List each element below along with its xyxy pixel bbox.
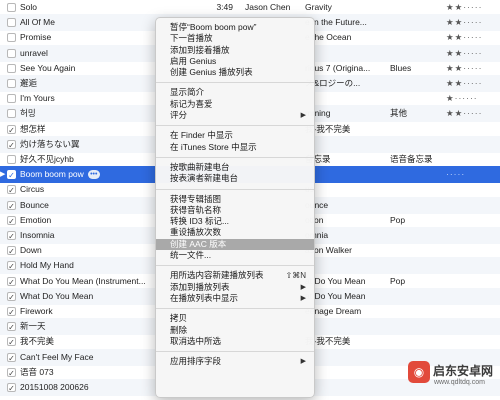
submenu-arrow-icon: ▶ — [300, 294, 306, 302]
menu-item-label: 显示简介 — [170, 87, 205, 98]
row-checkbox[interactable] — [7, 155, 16, 164]
menu-item[interactable]: 重设播放次数 — [156, 227, 314, 238]
row-checkbox[interactable]: ✓ — [7, 246, 16, 256]
menu-separator — [156, 82, 314, 84]
menu-item-label: 按表演者新建电台 — [170, 173, 239, 184]
row-checkbox[interactable]: ✓ — [7, 337, 16, 347]
menu-item-label: 应用排序字段 — [170, 356, 222, 367]
menu-item-label: 统一文件... — [170, 250, 212, 261]
watermark: ◉ 启东安卓网 www.qdltdq.com — [408, 359, 498, 397]
menu-item-label: 添加到接着播放 — [170, 44, 230, 55]
menu-item[interactable]: 添加到接着播放 — [156, 45, 314, 56]
song-title: 20151008 200626 — [20, 382, 89, 392]
menu-item[interactable]: 取消选中所选 — [156, 336, 314, 347]
row-checkbox[interactable] — [7, 18, 16, 28]
submenu-arrow-icon: ▶ — [300, 112, 306, 120]
menu-item[interactable]: 统一文件... — [156, 250, 314, 261]
menu-item[interactable]: 启用 Genius — [156, 56, 314, 67]
row-checkbox[interactable] — [7, 33, 16, 43]
menu-separator — [156, 156, 314, 158]
menu-item[interactable]: 暂停“Boom boom pow” — [156, 22, 314, 33]
row-checkbox[interactable] — [7, 63, 16, 73]
menu-item[interactable]: 在 iTunes Store 中显示 — [156, 142, 314, 153]
row-checkbox[interactable] — [7, 48, 16, 58]
menu-item-label: 创建 Genius 播放列表 — [170, 67, 253, 78]
row-checkbox[interactable]: ✓ — [7, 291, 16, 302]
row-checkbox[interactable] — [7, 109, 16, 119]
menu-item-label: 在 iTunes Store 中显示 — [170, 141, 257, 152]
submenu-arrow-icon: ▶ — [300, 358, 306, 366]
menu-item-label: 按歌曲新建电台 — [170, 161, 230, 172]
row-checkbox[interactable]: ✓ — [7, 322, 16, 332]
watermark-url: www.qdltdq.com — [434, 379, 485, 386]
row-checkbox[interactable]: ✓ — [7, 185, 16, 195]
menu-item[interactable]: 创建 AAC 版本 — [156, 238, 314, 251]
row-checkbox[interactable]: ✓ — [7, 367, 16, 378]
menu-item[interactable]: 创建 Genius 播放列表 — [156, 67, 314, 78]
row-checkbox[interactable] — [7, 94, 16, 104]
menu-item-label: 在 Finder 中显示 — [170, 130, 233, 141]
context-menu: 暂停“Boom boom pow” 下一首播放 添加到接着播放 启用 Genius 创建… — [155, 17, 315, 398]
more-options-icon[interactable]: ••• — [87, 170, 100, 180]
menu-item[interactable]: 转换 ID3 标记... — [156, 216, 314, 227]
menu-item-label: 在播放列表中显示 — [170, 292, 239, 303]
row-checkbox[interactable]: ✓ — [7, 124, 16, 135]
menu-item-label: 取消选中所选 — [170, 335, 222, 346]
watermark-name: 启东安卓网 — [433, 364, 494, 378]
menu-item[interactable]: 获得音轨名称 — [156, 205, 314, 216]
menu-item-label: 标记为喜爱 — [170, 98, 213, 109]
menu-item[interactable]: 在播放列表中显示 ▶ — [156, 293, 314, 304]
menu-item-label: 启用 Genius — [170, 55, 217, 66]
menu-item-label: 删除 — [170, 324, 188, 335]
row-checkbox[interactable]: ✓ — [7, 200, 16, 211]
menu-separator — [156, 188, 314, 190]
menu-item-label: 添加到播放列表 — [170, 281, 230, 292]
menu-separator — [156, 308, 314, 310]
row-checkbox[interactable]: ✓ — [7, 170, 16, 180]
menu-separator — [156, 265, 314, 267]
menu-item-label: 获得音轨名称 — [170, 204, 222, 215]
row-checkbox[interactable]: ✓ — [7, 383, 16, 393]
menu-item-label: 评分 — [170, 110, 188, 121]
submenu-arrow-icon: ▶ — [300, 283, 306, 291]
menu-item-label: 下一首播放 — [170, 33, 213, 44]
menu-item[interactable]: 在 Finder 中显示 — [156, 130, 314, 141]
menu-item-label: 暂停“Boom boom pow” — [170, 22, 257, 32]
row-checkbox[interactable]: ✓ — [7, 215, 16, 226]
menu-item[interactable]: 获得专辑插图 — [156, 194, 314, 205]
menu-separator — [156, 351, 314, 353]
menu-item[interactable]: 下一首播放 — [156, 33, 314, 44]
menu-item[interactable]: 应用排序字段 ▶ — [156, 356, 314, 367]
menu-item[interactable]: 拷贝 — [156, 313, 314, 324]
menu-item[interactable]: 删除 — [156, 325, 314, 336]
menu-item[interactable]: 显示简介 — [156, 87, 314, 98]
menu-item[interactable]: 用所选内容新建播放列表 ⇧⌘N — [156, 270, 314, 281]
row-checkbox[interactable]: ✓ — [7, 139, 16, 150]
menu-item[interactable]: 标记为喜爱 — [156, 99, 314, 110]
row-checkbox[interactable]: ✓ — [7, 307, 16, 317]
menu-item[interactable]: 评分 ▶ — [156, 110, 314, 121]
menu-item-label: 拷贝 — [170, 313, 188, 324]
menu-item[interactable]: 按歌曲新建电台 — [156, 162, 314, 173]
row-checkbox[interactable]: ✓ — [7, 231, 16, 241]
menu-item-label: 获得专辑插图 — [170, 193, 222, 204]
menu-item[interactable]: 按表演者新建电台 — [156, 173, 314, 184]
watermark-logo-icon: ◉ — [408, 361, 430, 383]
menu-shortcut: ⇧⌘N — [285, 271, 306, 281]
row-checkbox[interactable]: ✓ — [7, 276, 16, 287]
row-checkbox[interactable] — [7, 3, 16, 12]
menu-item[interactable]: 添加到播放列表 ▶ — [156, 282, 314, 293]
menu-item-label: 用所选内容新建播放列表 — [170, 270, 264, 281]
menu-item-label: 转换 ID3 标记... — [170, 216, 230, 227]
menu-separator — [156, 125, 314, 127]
menu-item-label: 创建 AAC 版本 — [170, 238, 227, 249]
menu-item-label: 重设播放次数 — [170, 227, 222, 238]
row-checkbox[interactable]: ✓ — [7, 352, 16, 363]
row-checkbox[interactable]: ✓ — [7, 261, 16, 271]
row-checkbox[interactable] — [7, 79, 16, 88]
